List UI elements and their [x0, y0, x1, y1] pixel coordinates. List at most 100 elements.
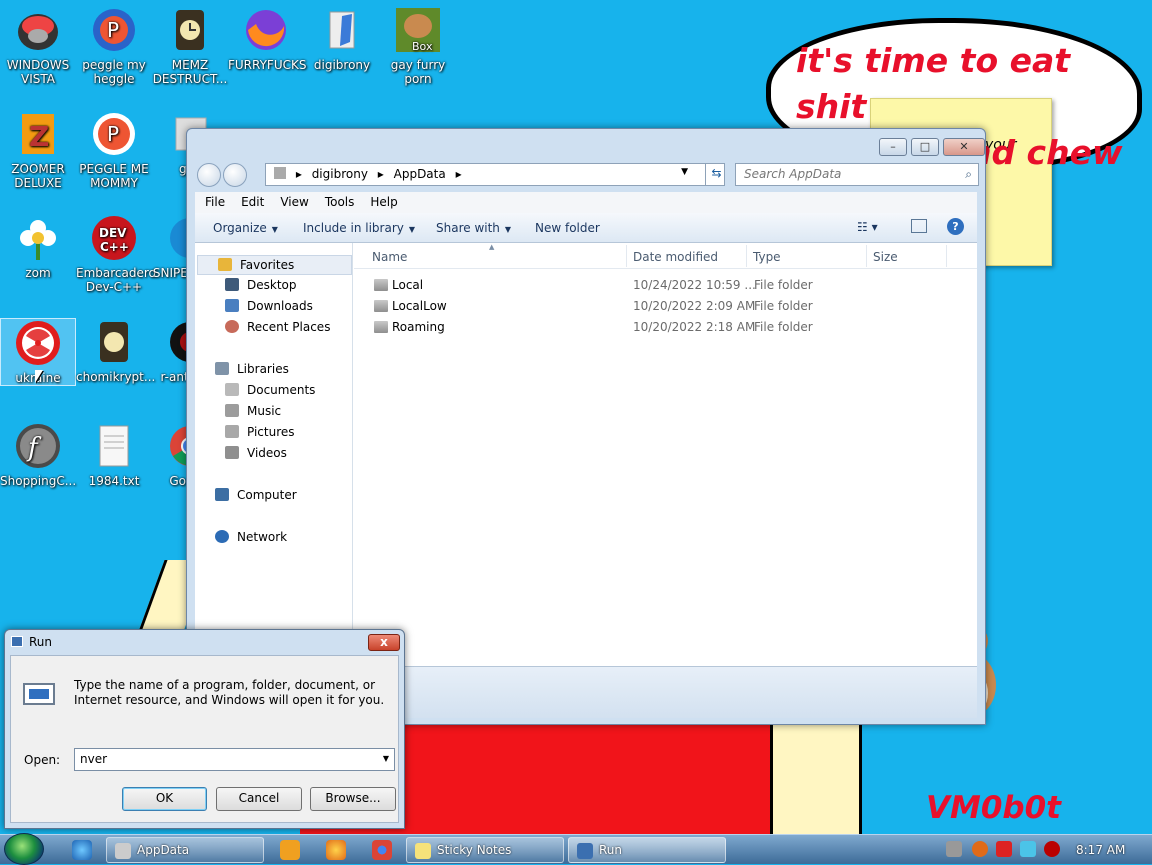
- file-row[interactable]: Roaming 10/20/2022 2:18 AM File folder: [354, 318, 977, 339]
- desktop-icon-chomikrypt[interactable]: chomikrypt...: [76, 318, 155, 384]
- nav-recent-places[interactable]: Recent Places: [225, 318, 330, 338]
- file-date: 10/20/2022 2:09 AM: [633, 299, 756, 313]
- column-divider[interactable]: [866, 245, 867, 267]
- nav-documents[interactable]: Documents: [225, 381, 315, 401]
- nav-desktop[interactable]: Desktop: [225, 276, 297, 296]
- back-button[interactable]: [197, 163, 221, 187]
- desktop-icon-furryfucks[interactable]: FURRYFUCKS: [228, 6, 306, 72]
- nav-videos[interactable]: Videos: [225, 444, 287, 464]
- breadcrumb-digibrony[interactable]: digibrony: [312, 167, 368, 181]
- tray-search-icon[interactable]: [972, 841, 988, 857]
- include-in-library-button[interactable]: Include in library ▼: [303, 221, 415, 235]
- menu-edit[interactable]: Edit: [231, 192, 270, 209]
- organize-button[interactable]: Organize ▼: [213, 221, 278, 235]
- nav-music[interactable]: Music: [225, 402, 281, 422]
- close-button[interactable]: ✕: [943, 138, 985, 156]
- refresh-button[interactable]: ⇆: [705, 164, 727, 185]
- address-dropdown-icon[interactable]: ▼: [681, 167, 688, 177]
- breadcrumb-separator-icon: ▸: [455, 167, 462, 181]
- desktop-icon-memz[interactable]: MEMZ DESTRUCT...: [152, 6, 228, 86]
- flash-icon: f: [14, 422, 62, 470]
- desktop-icon-zom[interactable]: zom: [0, 214, 76, 280]
- volume-icon[interactable]: [1044, 841, 1060, 857]
- run-close-button[interactable]: x: [368, 634, 400, 651]
- menu-tools[interactable]: Tools: [315, 192, 361, 209]
- search-icon[interactable]: ⌕: [965, 167, 972, 182]
- column-divider[interactable]: [946, 245, 947, 267]
- nav-libraries[interactable]: Libraries: [215, 360, 289, 380]
- file-row[interactable]: Local 10/24/2022 10:59 ... File folder: [354, 276, 977, 297]
- desktop-icon-peggle-me-mommy[interactable]: P PEGGLE ME MOMMY: [76, 110, 152, 190]
- desktop-icon-1984-txt[interactable]: 1984.txt: [76, 422, 152, 488]
- chevron-down-icon: ▼: [271, 225, 278, 234]
- devcpp-icon: DEV C++: [90, 214, 138, 262]
- forward-button[interactable]: [223, 163, 247, 187]
- start-button[interactable]: [4, 833, 44, 865]
- new-folder-button[interactable]: New folder: [535, 221, 600, 235]
- nav-pictures[interactable]: Pictures: [225, 423, 295, 443]
- nav-downloads[interactable]: Downloads: [225, 297, 313, 317]
- explorer-titlebar[interactable]: – □ ✕: [187, 129, 985, 159]
- nav-favorites[interactable]: Favorites: [197, 255, 352, 275]
- menu-file[interactable]: File: [195, 192, 231, 209]
- share-with-button[interactable]: Share with ▼: [436, 221, 511, 235]
- breadcrumb-separator-icon: ▸: [295, 167, 302, 181]
- media-player-icon[interactable]: [280, 840, 300, 860]
- file-type: File folder: [754, 278, 813, 292]
- ok-button[interactable]: OK: [122, 787, 207, 811]
- run-description: Type the name of a program, folder, docu…: [74, 678, 385, 707]
- desktop-icon-zoomer-deluxe[interactable]: Z ZOOMER DELUXE: [0, 110, 76, 190]
- desktop-icon-peggle-my-heggle[interactable]: P peggle my heggle: [76, 6, 152, 86]
- column-type[interactable]: Type: [753, 250, 781, 264]
- zoomer-icon: Z: [14, 110, 62, 158]
- desktop-icon-digibrony[interactable]: digibrony: [304, 6, 380, 72]
- svg-text:P: P: [107, 18, 119, 42]
- preview-pane-icon[interactable]: [911, 219, 927, 233]
- column-name[interactable]: Name: [372, 250, 407, 264]
- nav-videos-label: Videos: [247, 446, 287, 460]
- folder-icon: [374, 300, 388, 312]
- app-icon[interactable]: [326, 840, 346, 860]
- view-options-icon[interactable]: ☷ ▾: [857, 220, 878, 234]
- file-row[interactable]: LocalLow 10/20/2022 2:09 AM File folder: [354, 297, 977, 318]
- taskbar-button-appdata[interactable]: AppData: [106, 837, 264, 863]
- nav-downloads-label: Downloads: [247, 299, 313, 313]
- nav-network[interactable]: Network: [215, 528, 287, 548]
- menu-bar: File Edit View Tools Help: [195, 192, 977, 213]
- downloads-icon: [225, 299, 239, 312]
- column-size[interactable]: Size: [873, 250, 898, 264]
- address-bar[interactable]: ▸ digibrony ▸ AppData ▸ ▼: [265, 163, 725, 186]
- taskbar-button-run[interactable]: Run: [568, 837, 726, 863]
- chevron-down-icon[interactable]: ▼: [383, 754, 389, 763]
- desktop-icon-shoppingc[interactable]: f ShoppingC...: [0, 422, 76, 488]
- minimize-button[interactable]: –: [879, 138, 907, 156]
- network-tray-icon[interactable]: [1020, 841, 1036, 857]
- browse-button[interactable]: Browse...: [310, 787, 396, 811]
- vista-icon: [14, 6, 62, 54]
- menu-view[interactable]: View: [270, 192, 314, 209]
- star-icon: [218, 258, 232, 271]
- cancel-button[interactable]: Cancel: [216, 787, 302, 811]
- search-input[interactable]: Search AppData ⌕: [735, 163, 979, 186]
- flag-icon[interactable]: [996, 841, 1012, 857]
- run-dialog[interactable]: Run x Type the name of a program, folder…: [4, 629, 405, 829]
- desktop-icon-devcpp[interactable]: DEV C++ Embarcadero Dev-C++: [76, 214, 156, 294]
- internet-explorer-icon[interactable]: [72, 840, 92, 860]
- nav-computer[interactable]: Computer: [215, 486, 297, 506]
- clock[interactable]: 8:17 AM: [1076, 843, 1125, 857]
- menu-help[interactable]: Help: [360, 192, 403, 209]
- desktop-icon-gay-furry-porn[interactable]: Box gay furry porn: [380, 6, 456, 86]
- breadcrumb-appdata[interactable]: AppData: [394, 167, 446, 181]
- run-open-input[interactable]: nver ▼: [74, 748, 395, 771]
- sticky-notes-icon: [415, 843, 431, 859]
- help-icon[interactable]: ?: [947, 218, 964, 235]
- column-divider[interactable]: [746, 245, 747, 267]
- tray-app-icon[interactable]: [946, 841, 962, 857]
- column-divider[interactable]: [626, 245, 627, 267]
- desktop-icon-windows-vista[interactable]: WINDOWS VISTA: [0, 6, 76, 86]
- maximize-button[interactable]: □: [911, 138, 939, 156]
- chrome-icon[interactable]: [372, 840, 392, 860]
- column-date-modified[interactable]: Date modified: [633, 250, 718, 264]
- taskbar-button-sticky-notes[interactable]: Sticky Notes: [406, 837, 564, 863]
- share-with-label: Share with: [436, 221, 500, 235]
